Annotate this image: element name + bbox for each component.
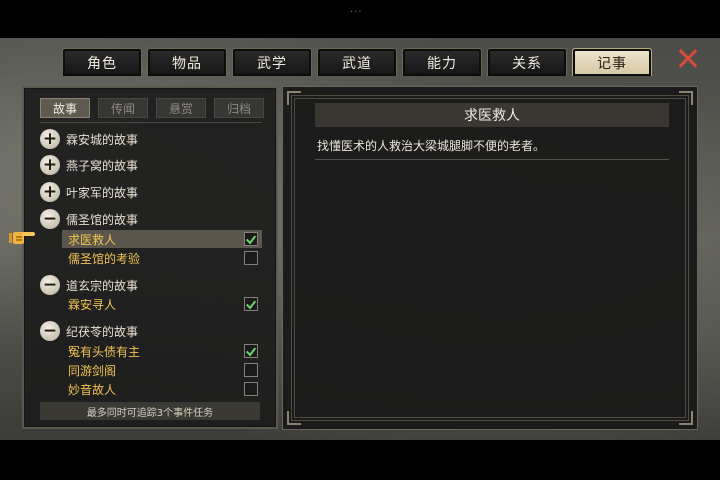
track-checkbox[interactable] xyxy=(244,297,258,311)
track-checkbox[interactable] xyxy=(244,251,258,265)
main-tabs: 角色 物品 武学 武道 能力 关系 记事 xyxy=(62,48,652,76)
track-checkbox[interactable] xyxy=(244,382,258,396)
group-label: 道玄宗的故事 xyxy=(66,278,139,293)
group-ye-army[interactable]: + 叶家军的故事 xyxy=(40,181,138,203)
quest-item-label: 同游剑阁 xyxy=(68,363,117,378)
tab-martial-way[interactable]: 武道 xyxy=(317,48,397,76)
expand-plus-icon[interactable]: + xyxy=(40,155,60,175)
quest-item-label: 霖安寻人 xyxy=(68,297,117,312)
checkmark-icon xyxy=(245,234,257,244)
quest-item-confucian-trial[interactable]: 儒圣馆的考验 xyxy=(62,249,262,267)
track-checkbox[interactable] xyxy=(244,344,258,358)
status-notch: ... xyxy=(350,4,363,15)
group-label: 叶家军的故事 xyxy=(66,185,139,200)
frame-corner xyxy=(287,411,301,425)
frame-corner xyxy=(679,411,693,425)
tab-abilities[interactable]: 能力 xyxy=(402,48,482,76)
frame-corner xyxy=(287,91,301,105)
quest-item-revenge[interactable]: 冤有头债有主 xyxy=(62,342,262,360)
tab-items[interactable]: 物品 xyxy=(147,48,227,76)
quest-item-label: 冤有头债有主 xyxy=(68,344,141,359)
tracking-limit-note: 最多同时可追踪3个事件任务 xyxy=(40,402,260,420)
group-label: 儒圣馆的故事 xyxy=(66,212,139,227)
status-bar: ... xyxy=(0,0,720,38)
tab-character[interactable]: 角色 xyxy=(62,48,142,76)
quest-item-old-friend[interactable]: 妙音故人 xyxy=(62,380,262,398)
quest-item-label: 儒圣馆的考验 xyxy=(68,251,141,266)
quest-item-seek-doctor[interactable]: 求医救人 xyxy=(62,230,262,248)
quest-item-linan-search[interactable]: 霖安寻人 xyxy=(62,295,262,313)
quest-list-panel: 故事 传闻 悬赏 归档 + 霖安城的故事 + 燕子窝的故事 + 叶家军的故事 −… xyxy=(22,86,278,429)
close-button[interactable]: ✕ xyxy=(672,43,704,76)
quest-item-sword-pavilion[interactable]: 同游剑阁 xyxy=(62,361,262,379)
group-label: 纪茯苓的故事 xyxy=(66,324,139,339)
group-label: 霖安城的故事 xyxy=(66,132,139,147)
group-swallow-nest[interactable]: + 燕子窝的故事 xyxy=(40,154,138,176)
pointing-hand-icon xyxy=(9,232,35,244)
frame-corner xyxy=(679,91,693,105)
divider xyxy=(315,159,669,160)
collapse-minus-icon[interactable]: − xyxy=(40,321,60,341)
group-linan-city[interactable]: + 霖安城的故事 xyxy=(40,128,138,150)
tab-martial-skills[interactable]: 武学 xyxy=(232,48,312,76)
expand-plus-icon[interactable]: + xyxy=(40,182,60,202)
quest-detail-title: 求医救人 xyxy=(315,103,669,127)
group-confucian-hall[interactable]: − 儒圣馆的故事 xyxy=(40,208,138,230)
expand-plus-icon[interactable]: + xyxy=(40,129,60,149)
collapse-minus-icon[interactable]: − xyxy=(40,209,60,229)
close-x-icon: ✕ xyxy=(674,40,702,78)
track-checkbox[interactable] xyxy=(244,363,258,377)
group-ji-fuling[interactable]: − 纪茯苓的故事 xyxy=(40,320,138,342)
track-checkbox[interactable] xyxy=(244,232,258,246)
tab-relations[interactable]: 关系 xyxy=(487,48,567,76)
checkmark-icon xyxy=(245,299,257,309)
quest-detail-panel: 求医救人 找懂医术的人救治大梁城腿脚不便的老者。 xyxy=(282,86,698,430)
checkmark-icon xyxy=(245,346,257,356)
bottom-bar xyxy=(0,440,720,480)
quest-list: + 霖安城的故事 + 燕子窝的故事 + 叶家军的故事 − 儒圣馆的故事 求医救人… xyxy=(24,88,280,431)
quest-detail-description: 找懂医术的人救治大梁城腿脚不便的老者。 xyxy=(317,139,546,153)
collapse-minus-icon[interactable]: − xyxy=(40,275,60,295)
group-label: 燕子窝的故事 xyxy=(66,158,139,173)
group-daoxuan-sect[interactable]: − 道玄宗的故事 xyxy=(40,274,138,296)
tab-journal[interactable]: 记事 xyxy=(572,48,652,76)
quest-item-label: 求医救人 xyxy=(68,232,117,247)
quest-item-label: 妙音故人 xyxy=(68,382,117,397)
